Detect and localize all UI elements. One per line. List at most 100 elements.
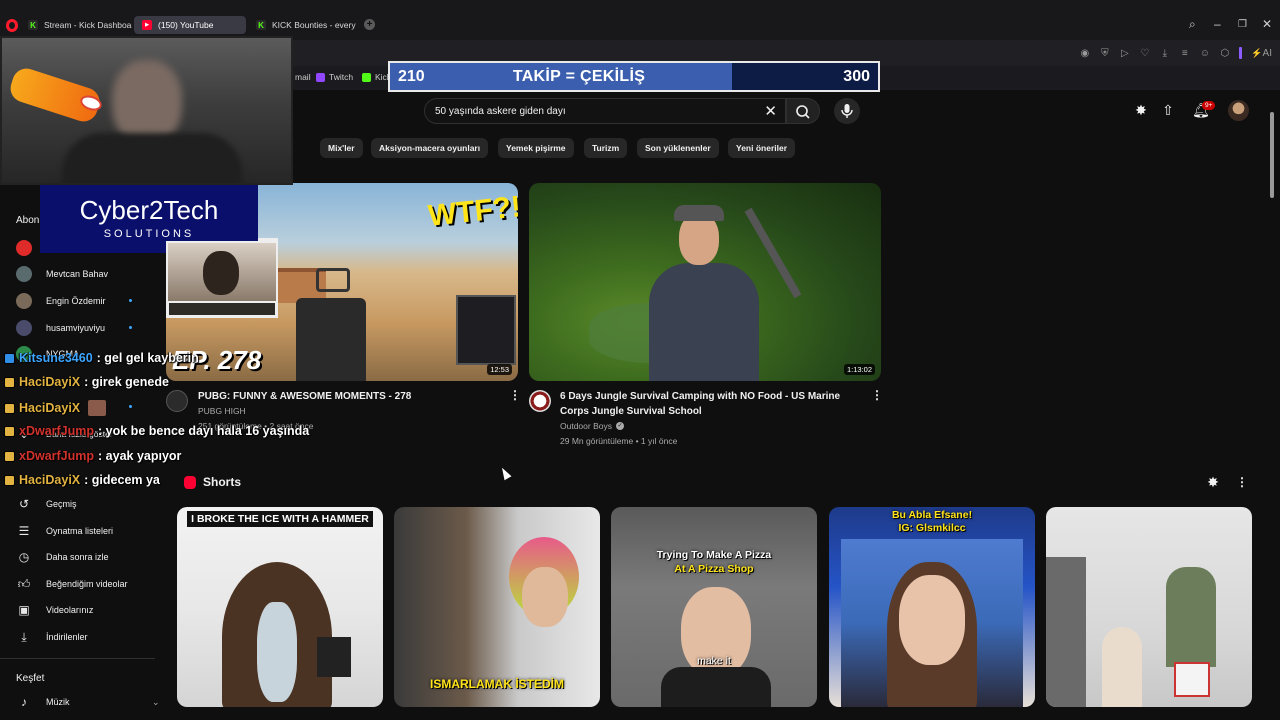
tab-search-icon[interactable]: ⌕ (1189, 17, 1196, 32)
chat-username: HaciDayiX (19, 473, 81, 487)
bookmark-mail[interactable]: mail (295, 72, 311, 82)
profile-icon[interactable]: ☺ (1199, 48, 1210, 59)
sidebar-item-liked-videos[interactable]: 👍︎ Beğendiğim videolar (16, 576, 128, 592)
restore-button[interactable]: ❐ (1238, 19, 1247, 30)
chip-cooking[interactable]: Yemek pişirme (498, 138, 574, 158)
extensions-icon[interactable]: ⬡ (1219, 48, 1230, 59)
video-title[interactable]: 6 Days Jungle Survival Camping with NO F… (560, 389, 860, 419)
download-icon[interactable]: ⤓ (1159, 48, 1170, 59)
face-shape (203, 251, 239, 295)
short-card[interactable]: Trying To Make A Pizza At A Pizza Shop m… (611, 507, 817, 707)
face-shape (522, 567, 568, 627)
close-window-button[interactable]: ✕ (1262, 17, 1272, 31)
minimap-shape (456, 295, 516, 365)
tab-kick-dashboard[interactable]: K Stream - Kick Dashboard (20, 16, 132, 34)
video-thumbnail[interactable]: 1:13:02 (529, 183, 881, 381)
kick-icon: K (256, 20, 266, 30)
search-button[interactable] (786, 98, 820, 124)
new-content-dot (129, 405, 132, 408)
channel-avatar (16, 293, 32, 309)
chip-new-to-you[interactable]: Yeni öneriler (728, 138, 796, 158)
divider (1239, 47, 1243, 59)
channel-avatar[interactable] (529, 390, 551, 412)
sidebar-item-watch-later[interactable]: ◷ Daha sonra izle (16, 549, 109, 565)
shield-icon[interactable]: ⛨ (1099, 48, 1110, 59)
sidebar-item-subscription[interactable]: Mevtcan Bahav (16, 266, 108, 282)
video-facecam-inset (166, 241, 278, 303)
channel-name[interactable]: PUBG HIGH (198, 406, 246, 416)
voice-search-button[interactable] (834, 98, 860, 124)
channel-avatar (16, 320, 32, 336)
channel-avatar[interactable] (166, 390, 188, 412)
follow-goal-target: 300 (843, 68, 870, 85)
sidebar-item-subscription[interactable]: husamviyuviyu (16, 320, 105, 336)
chip-recently-uploaded[interactable]: Son yüklenenler (637, 138, 719, 158)
menu-icon[interactable]: ≡ (1179, 48, 1190, 59)
oven-shape (1046, 557, 1086, 707)
short-caption: Bu Abla Efsane! (891, 509, 973, 521)
chat-message: HaciDayiX: girek genede (4, 375, 169, 389)
chat-text: : girek genede (84, 375, 169, 389)
channel-name[interactable]: Outdoor Boys ✓ (560, 421, 624, 431)
chat-badge-icon (4, 376, 15, 388)
short-card[interactable]: I BROKE THE ICE WITH A HAMMER (177, 507, 383, 707)
torso-shape (62, 133, 242, 183)
create-icon[interactable]: ✸ (1205, 474, 1221, 490)
your-videos-icon: ▣ (18, 603, 30, 617)
tab-youtube[interactable]: ▶ (150) YouTube (134, 16, 246, 34)
watch-later-icon: ◷ (18, 550, 30, 564)
camera-icon[interactable]: ◉ (1079, 48, 1090, 59)
youtube-icon: ▶ (142, 20, 152, 30)
history-icon: ↺ (18, 497, 30, 511)
subscriptions-heading: Abon (16, 215, 40, 226)
chat-badge-icon (4, 474, 15, 486)
gun-shape (296, 298, 366, 381)
hammer-shape (317, 637, 351, 677)
sidebar-item-playlists[interactable]: ☰ Oynatma listeleri (16, 523, 113, 539)
scrollbar[interactable] (1270, 112, 1274, 198)
short-card[interactable]: ISMARLAMAK İSTEDİM (394, 507, 600, 707)
sponsor-title: Cyber2Tech (79, 195, 219, 225)
more-options-icon[interactable]: ⋮ (1236, 476, 1248, 488)
microphone-icon (841, 104, 853, 118)
kick-icon (362, 72, 371, 82)
search-input[interactable]: 50 yaşında askere giden dayı ✕ (424, 98, 786, 124)
chat-text: : yok be bence dayı hala 16 yaşında (98, 424, 310, 438)
chat-message: xDwarfJump: yok be bence dayı hala 16 ya… (4, 424, 309, 438)
ai-button[interactable]: ⚡AI (1251, 48, 1272, 59)
avatar[interactable] (1228, 100, 1249, 121)
sidebar-item-music[interactable]: ♪ Müzik (16, 694, 70, 710)
bookmark-kick[interactable]: Kick (362, 72, 391, 82)
screen: K Stream - Kick Dashboard ▶ (150) YouTub… (0, 0, 1280, 720)
heart-icon[interactable]: ♡ (1139, 48, 1150, 59)
sidebar-item-history[interactable]: ↺ Geçmiş (16, 496, 77, 512)
divider (0, 658, 155, 659)
create-icon[interactable]: ✸ (1133, 102, 1149, 118)
chip-mixes[interactable]: Mix'ler (320, 138, 363, 158)
sidebar-item-subscription[interactable]: Engin Özdemir (16, 293, 106, 309)
clear-search-icon[interactable]: ✕ (764, 102, 777, 120)
new-tab-button[interactable]: + (364, 19, 375, 30)
bookmark-twitch[interactable]: Twitch (316, 72, 353, 82)
opera-logo-icon[interactable] (6, 19, 18, 32)
tab-kick-bounties[interactable]: K KICK Bounties - every pla (248, 16, 356, 34)
sidebar-item-your-videos[interactable]: ▣ Videolarınız (16, 602, 93, 618)
short-card[interactable] (1046, 507, 1252, 707)
chat-badge-icon (4, 425, 15, 437)
more-options-icon[interactable]: ⋮ (871, 389, 883, 401)
play-icon[interactable]: ▷ (1119, 48, 1130, 59)
chat-text: : gel gel kayberin (96, 351, 199, 365)
chat-username: Kitsune3460 (19, 351, 93, 365)
chip-action-adventure[interactable]: Aksiyon-macera oyunları (371, 138, 489, 158)
chip-tourism[interactable]: Turizm (584, 138, 628, 158)
thumbs-up-icon: 👍︎ (17, 576, 31, 591)
chat-emote-icon (88, 400, 107, 416)
short-card[interactable]: Bu Abla Efsane! IG: Glsmkilcc (829, 507, 1035, 707)
minimize-button[interactable]: – (1214, 17, 1221, 31)
cap-shape (674, 205, 724, 221)
upload-icon[interactable]: ⇧ (1160, 102, 1176, 118)
video-title[interactable]: PUBG: FUNNY & AWESOME MOMENTS - 278 (198, 389, 498, 404)
sidebar-item-downloads[interactable]: ⤓ İndirilenler (16, 629, 87, 645)
more-options-icon[interactable]: ⋮ (509, 389, 521, 401)
follow-goal-bar: 210 TAKİP = ÇEKİLİŞ 300 (388, 61, 880, 92)
